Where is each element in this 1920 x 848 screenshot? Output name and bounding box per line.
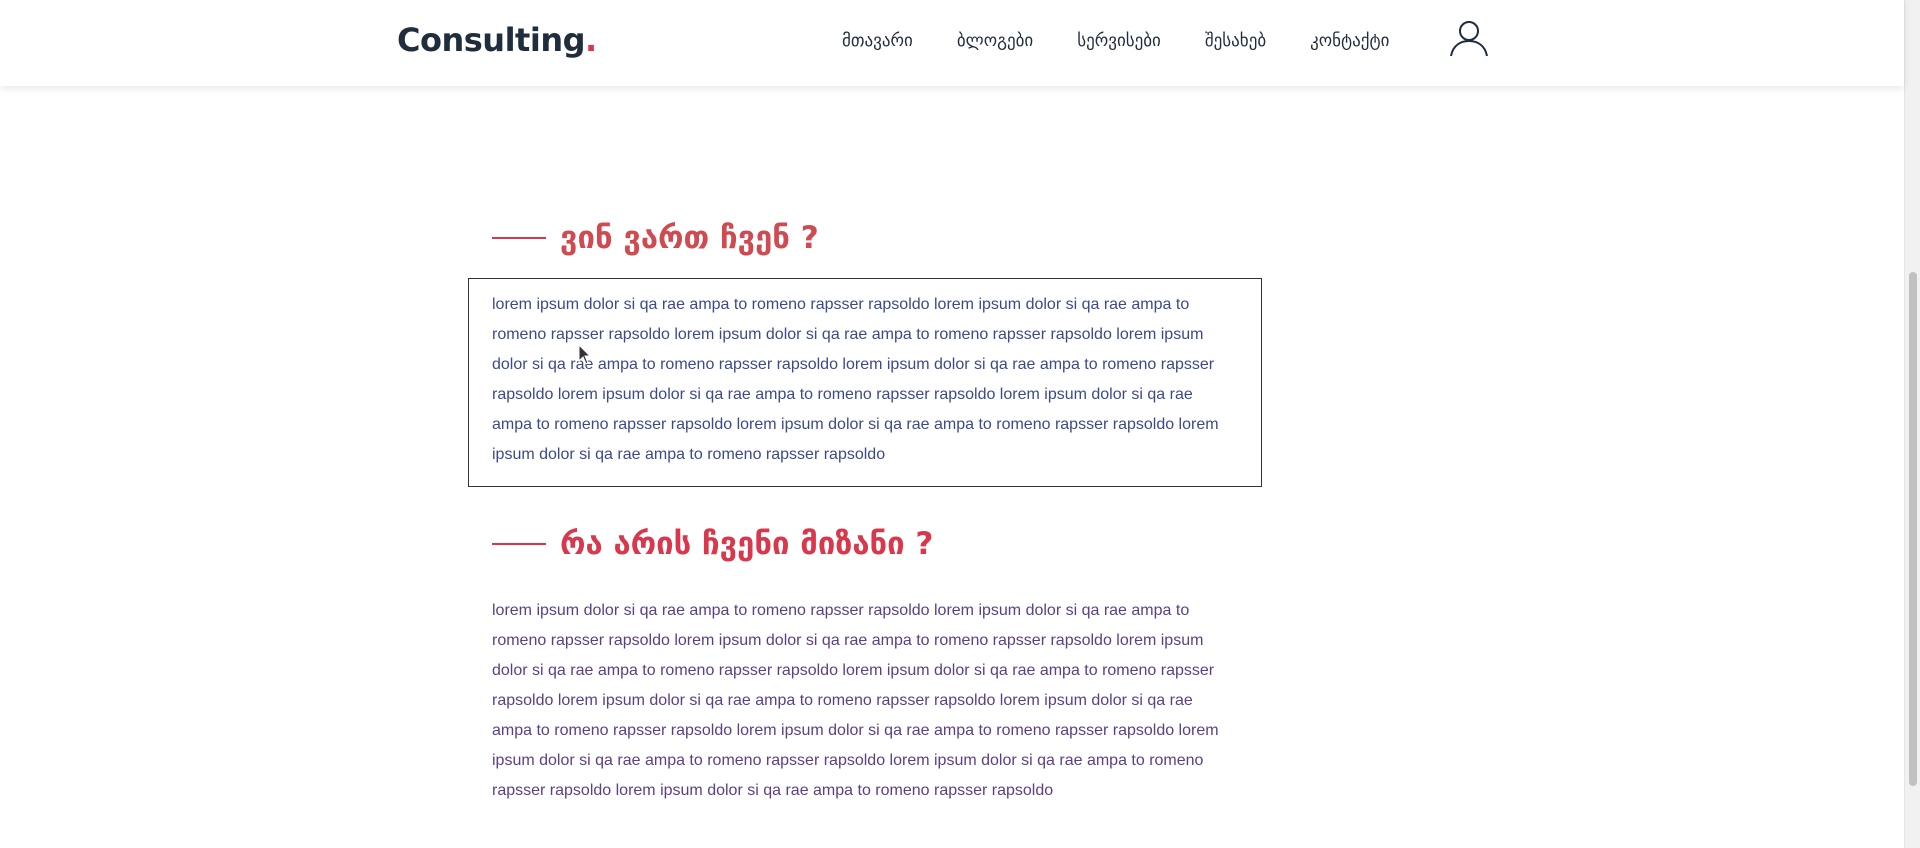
heading-line-decoration (492, 543, 546, 545)
goal-paragraph: lorem ipsum dolor si qa rae ampa to rome… (492, 602, 1219, 799)
nav-item-blogs[interactable]: ბლოგები (957, 28, 1033, 54)
vertical-scrollbar[interactable] (1904, 0, 1920, 848)
nav-item-home[interactable]: მთავარი (842, 28, 913, 54)
mouse-cursor-icon (578, 344, 592, 365)
logo[interactable]: Consulting. (397, 18, 597, 62)
logo-dot: . (585, 21, 597, 59)
scrollbar-thumb[interactable] (1909, 272, 1917, 786)
nav-item-about[interactable]: შესახებ (1205, 28, 1266, 54)
logo-text: Consulting (397, 21, 586, 59)
nav-item-services[interactable]: სერვისები (1077, 28, 1161, 54)
about-title: ვინ ვართ ჩვენ ? (560, 220, 819, 256)
nav-item-contact[interactable]: კონტაქტი (1310, 28, 1389, 54)
goal-heading: რა არის ჩვენი მიზანი ? (492, 524, 933, 564)
heading-line-decoration (492, 237, 546, 239)
site-header: Consulting. მთავარი ბლოგები სერვისები შე… (0, 0, 1904, 86)
main-nav: მთავარი ბლოგები სერვისები შესახებ კონტაქ… (842, 28, 1433, 54)
user-icon[interactable] (1449, 19, 1489, 57)
page: Consulting. მთავარი ბლოგები სერვისები შე… (0, 0, 1920, 848)
about-heading: ვინ ვართ ჩვენ ? (492, 218, 819, 258)
about-paragraph: lorem ipsum dolor si qa rae ampa to rome… (492, 296, 1219, 463)
goal-title: რა არის ჩვენი მიზანი ? (560, 526, 934, 562)
